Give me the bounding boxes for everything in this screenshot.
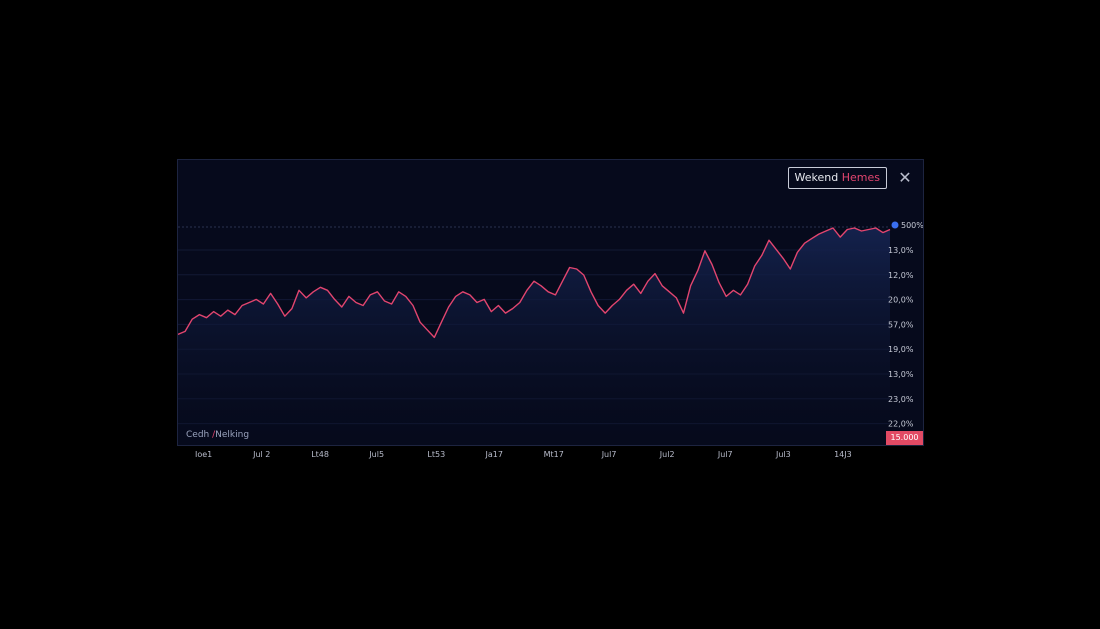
y-tick-label: 57,0% [888, 320, 914, 329]
y-tick-label: 13,0% [888, 246, 914, 255]
x-tick-label: Jul 2 [252, 450, 270, 459]
x-tick-label: Jul2 [659, 450, 675, 459]
chart-panel: 13,0% 12,0% 20,0% 57,0% 19,0% 13,0% 23,0% 22,0%… [177, 159, 924, 446]
y-tick-label: 22,0% [888, 420, 914, 429]
x-tick-label: Mt17 [544, 450, 564, 459]
y-tick-label: 13,0% [888, 370, 914, 379]
marker-dot [891, 221, 899, 229]
y-tick-label: 12,0% [888, 271, 914, 280]
x-tick-label: Jul7 [601, 450, 617, 459]
x-tick-label: Jul7 [717, 450, 733, 459]
legend-badge[interactable]: Wekend Hemes [787, 167, 887, 189]
x-tick-label: Lt53 [427, 450, 445, 459]
legend-accent: Hemes [841, 171, 880, 184]
series-label-prefix: Cedh [186, 430, 213, 440]
y-tick-label: 19,0% [888, 345, 914, 354]
last-value-badge: 15.000 [886, 431, 923, 445]
x-tick-label: Ioe1 [195, 450, 212, 459]
y-axis-ticks: 13,0% 12,0% 20,0% 57,0% 19,0% 13,0% 23,0% 22,0% [888, 246, 914, 429]
close-icon[interactable]: ✕ [894, 167, 916, 189]
legend-prefix: Wekend [794, 171, 842, 184]
area-fill [178, 228, 890, 444]
y-tick-label: 23,0% [888, 395, 914, 404]
x-tick-label: Lt48 [311, 450, 329, 459]
y-tick-label: 20,0% [888, 296, 914, 305]
marker-label: 500% [901, 221, 923, 230]
x-axis-ticks: Ioe1 Jul 2 Lt48 Jul5 Lt53 Ja17 Mt17 Jul7 Jul2 Jul… [195, 450, 852, 459]
x-tick-label: Ja17 [485, 450, 503, 459]
x-tick-label: Jul5 [368, 450, 384, 459]
area-path [178, 228, 890, 444]
x-tick-label: 14J3 [834, 450, 852, 459]
series-label-suffix: Nelking [215, 430, 250, 440]
top-marker: 500% [891, 221, 923, 230]
x-tick-label: Jul3 [775, 450, 791, 459]
series-label: Cedh /Nelking [186, 430, 249, 440]
area-chart: 13,0% 12,0% 20,0% 57,0% 19,0% 13,0% 23,0% 22,0%… [178, 221, 923, 444]
